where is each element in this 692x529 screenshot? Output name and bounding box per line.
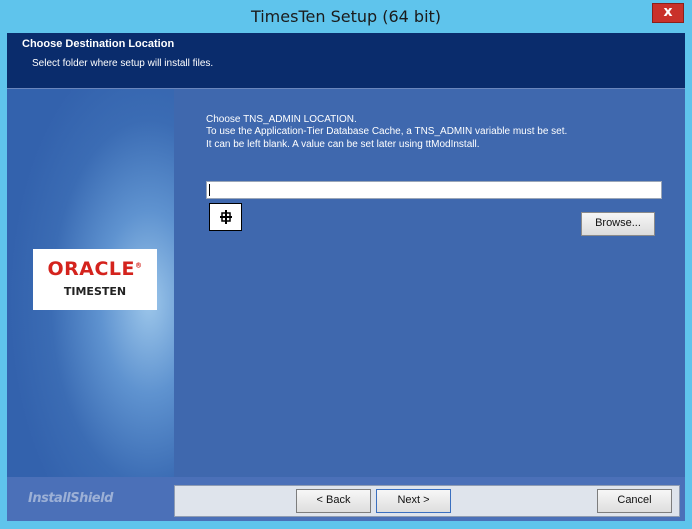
close-icon: x xyxy=(663,4,673,20)
page-subtitle: Select folder where setup will install f… xyxy=(32,58,214,69)
oracle-wordmark: ORACLE® xyxy=(47,258,143,280)
next-button[interactable]: Next > xyxy=(376,489,451,513)
browse-button[interactable]: Browse... xyxy=(581,212,655,236)
cancel-button[interactable]: Cancel xyxy=(597,489,672,513)
back-button[interactable]: < Back xyxy=(296,489,371,513)
instruction-line-2: To use the Application-Tier Database Cac… xyxy=(206,126,568,137)
installshield-brand: InstallShield xyxy=(28,491,113,506)
title-bar[interactable]: TimesTen Setup (64 bit) x xyxy=(0,0,692,33)
close-button[interactable]: x xyxy=(652,3,684,23)
move-cursor-indicator xyxy=(209,203,242,231)
move-cursor-icon xyxy=(220,210,232,224)
timesten-wordmark: TIMESTEN xyxy=(63,285,127,298)
tns-admin-path-input[interactable] xyxy=(206,181,662,199)
instruction-line-1: Choose TNS_ADMIN LOCATION. xyxy=(206,114,357,125)
page-title: Choose Destination Location xyxy=(22,38,175,50)
instruction-line-3: It can be left blank. A value can be set… xyxy=(206,139,480,150)
wizard-footer: InstallShield < Back Next > Cancel xyxy=(7,477,685,521)
wizard-header: Choose Destination Location Select folde… xyxy=(7,33,685,89)
content-panel: Choose TNS_ADMIN LOCATION. To use the Ap… xyxy=(174,89,685,477)
oracle-timesten-logo: ORACLE® TIMESTEN xyxy=(33,249,157,310)
button-bar: < Back Next > Cancel xyxy=(174,485,680,517)
setup-window: TimesTen Setup (64 bit) x Choose Destina… xyxy=(0,0,692,529)
window-title: TimesTen Setup (64 bit) xyxy=(250,7,442,26)
text-caret xyxy=(209,184,210,196)
side-banner: ORACLE® TIMESTEN xyxy=(7,89,174,477)
